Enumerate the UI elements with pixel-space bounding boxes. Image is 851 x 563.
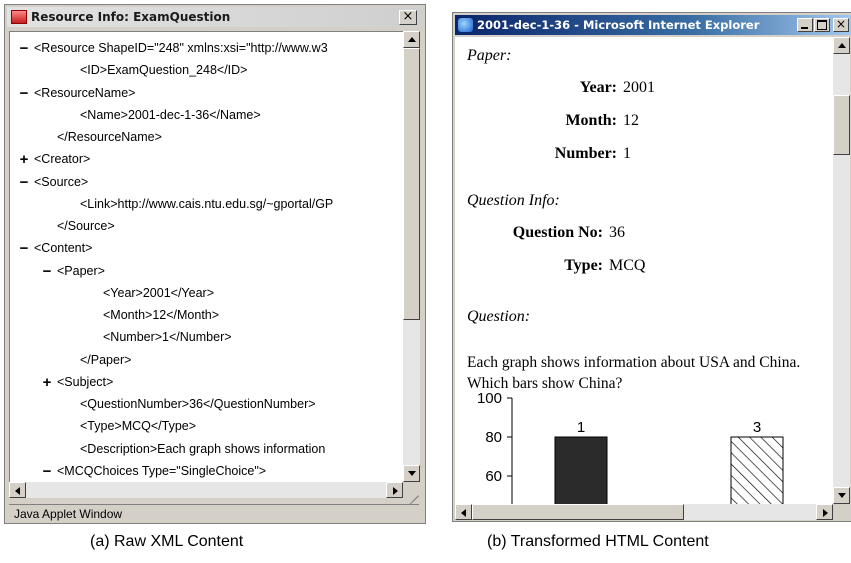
question-no-value: 36 bbox=[609, 224, 625, 241]
browser-horizontal-scrollbar[interactable] bbox=[455, 504, 833, 520]
left-figure-caption: (a) Raw XML Content bbox=[90, 533, 244, 550]
arrow-up-icon bbox=[408, 37, 416, 42]
xml-tree-node[interactable]: <QuestionNumber>36</QuestionNumber> bbox=[80, 397, 316, 411]
y-tick-label: 60 bbox=[485, 468, 502, 485]
close-icon[interactable]: × bbox=[833, 18, 849, 32]
browser-titlebar[interactable]: 2001-dec-1-36 - Microsoft Internet Explo… bbox=[455, 15, 851, 35]
year-label: Year: bbox=[579, 79, 617, 96]
y-tick-label: 80 bbox=[485, 429, 502, 446]
number-label: Number: bbox=[554, 145, 617, 162]
chart-bar-3 bbox=[730, 436, 784, 504]
chart-bar-1 bbox=[554, 436, 608, 504]
month-label: Month: bbox=[565, 112, 617, 129]
browser-window: 2001-dec-1-36 - Microsoft Internet Explo… bbox=[452, 12, 851, 522]
xml-tree-node[interactable]: <Month>12</Month> bbox=[103, 308, 219, 322]
scroll-left-button[interactable] bbox=[9, 482, 26, 498]
scroll-up-button[interactable] bbox=[833, 37, 850, 54]
scroll-down-button[interactable] bbox=[833, 487, 850, 504]
maximize-icon[interactable] bbox=[814, 18, 830, 32]
collapse-icon[interactable]: − bbox=[41, 464, 53, 479]
xml-tree-node[interactable]: <Year>2001</Year> bbox=[103, 286, 214, 300]
collapse-icon[interactable]: − bbox=[18, 41, 30, 56]
xml-tree-node[interactable]: <Content> bbox=[34, 241, 92, 255]
arrow-left-icon bbox=[461, 509, 466, 517]
xml-window-titlebar[interactable]: Resource Info: ExamQuestion × bbox=[7, 7, 423, 27]
xml-tree-node[interactable]: <Creator> bbox=[34, 152, 90, 166]
xml-viewer-window: Resource Info: ExamQuestion × − <Resource… bbox=[4, 4, 426, 524]
browser-page-content: Paper: Year: 2001 Month: 12 Number: 1 Qu… bbox=[455, 37, 833, 504]
resource-app-icon bbox=[11, 10, 27, 24]
xml-tree-view[interactable]: − <Resource ShapeID="248" xmlns:xsi="http… bbox=[9, 31, 404, 483]
month-value: 12 bbox=[623, 112, 639, 129]
arrow-right-icon bbox=[823, 509, 828, 517]
xml-tree-node[interactable]: <Source> bbox=[34, 175, 88, 189]
right-figure-caption: (b) Transformed HTML Content bbox=[487, 533, 709, 550]
internet-explorer-icon bbox=[458, 18, 473, 32]
arrow-down-icon bbox=[838, 493, 846, 498]
number-value: 1 bbox=[623, 145, 631, 162]
question-text: Each graph shows information about USA a… bbox=[467, 354, 801, 392]
expand-icon[interactable]: + bbox=[18, 152, 30, 167]
question-info-heading: Question Info: bbox=[467, 192, 560, 209]
bar-category-label: 3 bbox=[753, 419, 761, 436]
status-text: Java Applet Window bbox=[14, 507, 123, 521]
xml-tree-node[interactable]: <ResourceName> bbox=[34, 86, 135, 100]
arrow-left-icon bbox=[15, 487, 20, 495]
year-value: 2001 bbox=[623, 79, 655, 96]
browser-window-title: 2001-dec-1-36 - Microsoft Internet Explo… bbox=[477, 18, 760, 32]
browser-vertical-scrollbar[interactable] bbox=[833, 37, 850, 504]
scroll-thumb[interactable] bbox=[472, 504, 684, 520]
scroll-thumb[interactable] bbox=[833, 95, 850, 155]
scroll-right-button[interactable] bbox=[386, 482, 403, 498]
y-tick-label: 100 bbox=[477, 392, 502, 407]
xml-tree-node[interactable]: <Link>http://www.cais.ntu.edu.sg/~gporta… bbox=[80, 197, 333, 211]
xml-tree-node[interactable]: <MCQChoices Type="SingleChoice"> bbox=[57, 464, 266, 478]
xml-tree-node[interactable]: <Name>2001-dec-1-36</Name> bbox=[80, 108, 261, 122]
scroll-right-button[interactable] bbox=[816, 504, 833, 520]
scroll-down-button[interactable] bbox=[403, 465, 420, 482]
xml-tree-node[interactable]: <Description>Each graph shows informatio… bbox=[80, 442, 325, 456]
scroll-left-button[interactable] bbox=[455, 504, 472, 520]
expand-icon[interactable]: + bbox=[41, 375, 53, 390]
arrow-down-icon bbox=[408, 471, 416, 476]
scroll-up-button[interactable] bbox=[403, 31, 420, 48]
xml-tree-node[interactable]: <Number>1</Number> bbox=[103, 330, 232, 344]
type-value: MCQ bbox=[609, 257, 646, 274]
xml-tree-node[interactable]: <Subject> bbox=[57, 375, 113, 389]
collapse-icon[interactable]: − bbox=[18, 175, 30, 190]
collapse-icon[interactable]: − bbox=[18, 241, 30, 256]
arrow-up-icon bbox=[838, 43, 846, 48]
resize-grip-icon[interactable] bbox=[403, 482, 420, 505]
minimize-icon[interactable] bbox=[797, 18, 813, 32]
xml-tree-node[interactable]: <ID>ExamQuestion_248</ID> bbox=[80, 63, 247, 77]
xml-tree-node[interactable]: </Paper> bbox=[80, 353, 131, 367]
collapse-icon[interactable]: − bbox=[41, 264, 53, 279]
xml-tree-node[interactable]: <Type>MCQ</Type> bbox=[80, 419, 196, 433]
xml-horizontal-scrollbar[interactable] bbox=[9, 482, 403, 498]
xml-tree-node[interactable]: <Paper> bbox=[57, 264, 105, 278]
question-heading: Question: bbox=[467, 308, 531, 325]
xml-tree-node[interactable]: </Source> bbox=[57, 219, 115, 233]
question-bar-chart: 100 80 60 1 3 bbox=[477, 392, 784, 504]
xml-vertical-scrollbar[interactable] bbox=[403, 31, 420, 482]
arrow-right-icon bbox=[393, 487, 398, 495]
type-label: Type: bbox=[564, 257, 603, 274]
paper-heading: Paper: bbox=[467, 47, 512, 64]
close-icon[interactable]: × bbox=[399, 10, 417, 25]
xml-tree-node[interactable]: <Resource ShapeID="248" xmlns:xsi="http:… bbox=[34, 41, 328, 55]
scroll-thumb[interactable] bbox=[403, 48, 420, 320]
xml-tree-node[interactable]: </ResourceName> bbox=[57, 130, 162, 144]
applet-status-bar: Java Applet Window bbox=[9, 504, 419, 523]
question-no-label: Question No: bbox=[512, 224, 603, 241]
xml-window-title: Resource Info: ExamQuestion bbox=[31, 10, 231, 24]
collapse-icon[interactable]: − bbox=[18, 86, 30, 101]
bar-category-label: 1 bbox=[577, 419, 585, 436]
